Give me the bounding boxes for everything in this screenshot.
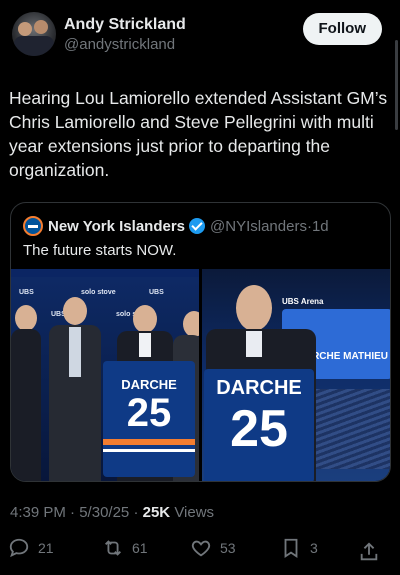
jersey-name: DARCHE xyxy=(121,377,177,392)
jersey: DARCHE 25 xyxy=(103,361,195,477)
arena-seats xyxy=(312,389,390,469)
avatar-figure xyxy=(18,22,32,36)
quoted-author-name[interactable]: New York Islanders xyxy=(48,218,185,235)
scrollbar[interactable] xyxy=(395,40,398,130)
action-bar: 21 61 53 3 xyxy=(0,533,400,563)
views-label: Views xyxy=(174,504,215,521)
like-count: 53 xyxy=(220,540,236,556)
avatar-figure xyxy=(14,36,54,56)
share-button[interactable] xyxy=(358,537,388,567)
share-icon xyxy=(360,542,378,561)
verified-badge-icon xyxy=(189,218,206,234)
author-name[interactable]: Andy Strickland xyxy=(64,16,186,34)
dot-separator: · xyxy=(70,504,80,521)
post-image-left[interactable]: UBS solo stove UBS UBS solo stove xyxy=(11,269,199,481)
quoted-author-handle[interactable]: @NYIslanders xyxy=(210,218,307,235)
repost-button[interactable]: 61 xyxy=(102,533,148,563)
dot-separator: · xyxy=(133,504,143,521)
backdrop-banner xyxy=(11,269,199,277)
bookmark-button[interactable]: 3 xyxy=(280,533,318,563)
bookmark-icon xyxy=(284,538,298,558)
quoted-post-age: 1d xyxy=(311,217,329,235)
post-time[interactable]: 4:39 PM xyxy=(10,504,66,521)
arena-label: UBS Arena xyxy=(282,297,324,306)
reply-icon xyxy=(9,538,29,558)
reply-count: 21 xyxy=(38,540,54,556)
post-meta: 4:39 PM · 5/30/25 · 25K Views xyxy=(10,504,214,521)
heart-icon xyxy=(191,540,211,557)
views-count[interactable]: 25K xyxy=(143,504,171,521)
jersey-number: 25 xyxy=(126,391,172,435)
bookmark-count: 3 xyxy=(310,540,318,556)
repost-icon xyxy=(105,540,121,556)
follow-button[interactable]: Follow xyxy=(302,13,382,45)
jersey-number: 25 xyxy=(230,400,288,458)
post-date[interactable]: 5/30/25 xyxy=(79,504,129,521)
post-text: Hearing Lou Lamiorello extended Assistan… xyxy=(9,88,388,180)
avatar-figure xyxy=(34,20,48,34)
jersey-name: DARCHE xyxy=(216,377,302,399)
quoted-post-header: New York Islanders @NYIslanders · 1d xyxy=(23,216,329,236)
author-handle[interactable]: @andystrickland xyxy=(64,36,175,53)
islanders-avatar[interactable] xyxy=(23,216,43,236)
repost-count: 61 xyxy=(132,540,148,556)
sponsor-logo: UBS xyxy=(149,289,164,296)
author-avatar[interactable] xyxy=(12,12,56,56)
sponsor-logo: solo stove xyxy=(81,289,116,296)
post-image-right[interactable]: UBS Arena DARCHE MATHIEU DARCHE 25 xyxy=(202,269,390,481)
reply-button[interactable]: 21 xyxy=(8,533,54,563)
sponsor-logo: UBS xyxy=(19,289,34,296)
like-button[interactable]: 53 xyxy=(190,533,236,563)
quoted-post-text: The future starts NOW. xyxy=(23,242,177,259)
quoted-post[interactable]: New York Islanders @NYIslanders · 1d The… xyxy=(10,202,391,482)
post-header: Andy Strickland @andystrickland Follow xyxy=(12,12,388,58)
jersey: DARCHE 25 xyxy=(204,369,314,481)
